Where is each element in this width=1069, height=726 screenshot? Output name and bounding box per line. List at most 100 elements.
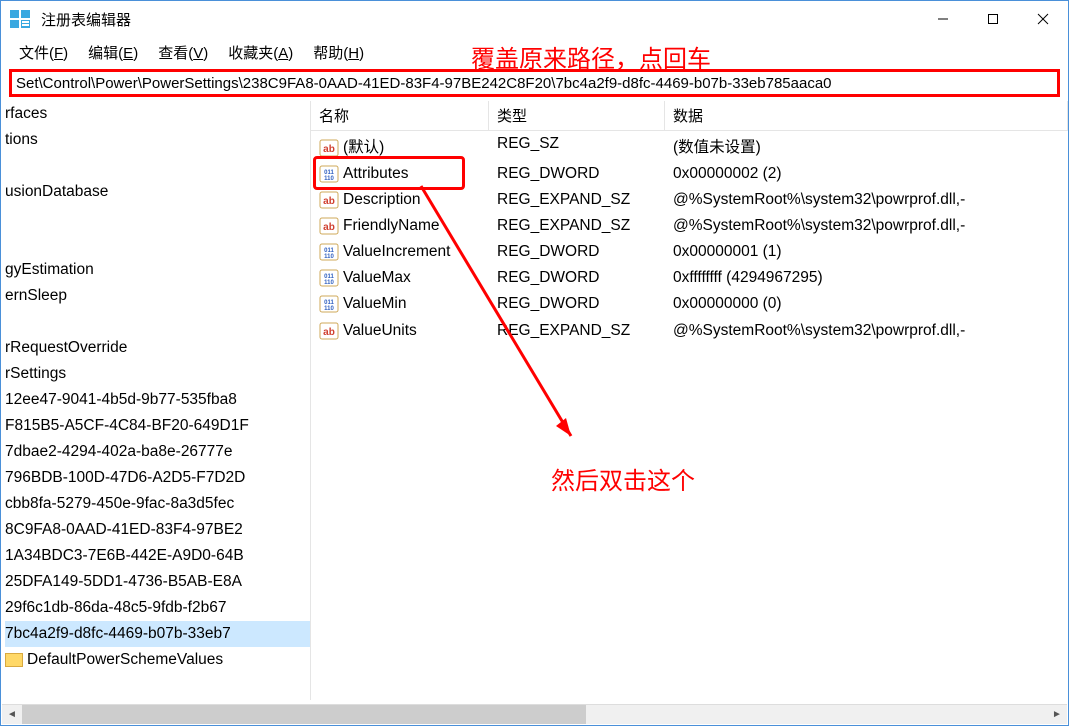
list-row[interactable]: 011110ValueMinREG_DWORD0x00000000 (0) bbox=[311, 291, 1068, 317]
tree-item-label: 8C9FA8-0AAD-41ED-83F4-97BE2 bbox=[5, 521, 243, 538]
annotation-mid: 然后双击这个 bbox=[551, 461, 695, 496]
tree-item-label: 1A34BDC3-7E6B-442E-A9D0-64B bbox=[5, 547, 244, 564]
tree-item[interactable]: rfaces bbox=[5, 101, 310, 127]
column-name[interactable]: 名称 bbox=[311, 101, 489, 130]
list-row[interactable]: ab ValueUnits REG_EXPAND_SZ@%SystemRoot%\s… bbox=[311, 318, 1068, 344]
tree-item-label: DefaultPowerSchemeValues bbox=[27, 651, 223, 668]
cell-data: 0xffffffff (4294967295) bbox=[665, 267, 1068, 289]
tree-item[interactable] bbox=[5, 153, 310, 179]
tree-item[interactable]: rRequestOverride bbox=[5, 335, 310, 361]
tree-item-label: 25DFA149-5DD1-4736-B5AB-E8A bbox=[5, 573, 242, 590]
tree-item-label: rSettings bbox=[5, 365, 66, 382]
tree-item[interactable]: DefaultPowerSchemeValues bbox=[5, 647, 310, 673]
cell-type: REG_EXPAND_SZ bbox=[489, 215, 665, 237]
tree-item-label: 7dbae2-4294-402a-ba8e-26777e bbox=[5, 443, 233, 460]
binary-value-icon: 011110 bbox=[319, 295, 339, 313]
tree-item[interactable]: gyEstimation bbox=[5, 257, 310, 283]
tree-item-label: tions bbox=[5, 131, 38, 148]
cell-name: ab FriendlyName bbox=[311, 215, 489, 237]
list-pane[interactable]: 名称 类型 数据 ab(默认)REG_SZ(数值未设置)011110Attrib… bbox=[311, 101, 1068, 700]
cell-type: REG_EXPAND_SZ bbox=[489, 189, 665, 211]
value-name: ValueUnits bbox=[343, 322, 417, 339]
value-name: FriendlyName bbox=[343, 217, 439, 234]
tree-item[interactable] bbox=[5, 205, 310, 231]
tree-item[interactable]: 1A34BDC3-7E6B-442E-A9D0-64B bbox=[5, 543, 310, 569]
svg-text:ab: ab bbox=[323, 144, 335, 155]
value-name: Description bbox=[343, 191, 421, 208]
cell-type: REG_DWORD bbox=[489, 293, 665, 315]
tree-item[interactable]: rSettings bbox=[5, 361, 310, 387]
list-header: 名称 类型 数据 bbox=[311, 101, 1068, 131]
svg-text:ab: ab bbox=[323, 327, 335, 338]
cell-data: @%SystemRoot%\system32\powrprof.dll,- bbox=[665, 215, 1068, 237]
tree-item[interactable]: F815B5-A5CF-4C84-BF20-649D1F bbox=[5, 413, 310, 439]
tree-item[interactable]: cbb8fa-5279-450e-9fac-8a3d5fec bbox=[5, 491, 310, 517]
minimize-button[interactable] bbox=[918, 1, 968, 37]
svg-text:ab: ab bbox=[323, 196, 335, 207]
tree-item[interactable]: ernSleep bbox=[5, 283, 310, 309]
tree-item-label: gyEstimation bbox=[5, 261, 94, 278]
scroll-thumb[interactable] bbox=[22, 705, 586, 724]
attributes-highlight bbox=[313, 156, 465, 190]
cell-type: REG_DWORD bbox=[489, 163, 665, 185]
svg-text:110: 110 bbox=[324, 306, 334, 312]
tree-item-label bbox=[5, 209, 9, 226]
binary-value-icon: 011110 bbox=[319, 269, 339, 287]
tree-item[interactable]: 25DFA149-5DD1-4736-B5AB-E8A bbox=[5, 569, 310, 595]
list-row[interactable]: ab Description REG_EXPAND_SZ@%SystemRoot%\… bbox=[311, 187, 1068, 213]
svg-text:110: 110 bbox=[324, 254, 334, 260]
string-value-icon: ab bbox=[319, 217, 339, 235]
tree-item[interactable]: 7dbae2-4294-402a-ba8e-26777e bbox=[5, 439, 310, 465]
tree-item[interactable]: tions bbox=[5, 127, 310, 153]
menu-edit[interactable]: 编辑(E) bbox=[78, 38, 148, 67]
cell-name: 011110ValueIncrement bbox=[311, 241, 489, 263]
tree-item-label: 12ee47-9041-4b5d-9b77-535fba8 bbox=[5, 391, 237, 408]
column-type[interactable]: 类型 bbox=[489, 101, 665, 130]
scroll-right-button[interactable]: ► bbox=[1047, 705, 1067, 724]
cell-data: 0x00000001 (1) bbox=[665, 241, 1068, 263]
string-value-icon: ab bbox=[319, 139, 339, 157]
list-row[interactable]: 011110ValueIncrementREG_DWORD0x00000001 … bbox=[311, 239, 1068, 265]
maximize-button[interactable] bbox=[968, 1, 1018, 37]
value-name: ValueIncrement bbox=[343, 243, 450, 260]
list-row[interactable]: ab FriendlyName REG_EXPAND_SZ@%SystemRoot%… bbox=[311, 213, 1068, 239]
tree-item[interactable]: 29f6c1db-86da-48c5-9fdb-f2b67 bbox=[5, 595, 310, 621]
cell-name: ab Description bbox=[311, 189, 489, 211]
title-bar: 注册表编辑器 bbox=[1, 1, 1068, 37]
horizontal-scrollbar[interactable]: ◄ ► bbox=[2, 704, 1067, 724]
tree-item[interactable]: 7bc4a2f9-d8fc-4469-b07b-33eb7 bbox=[5, 621, 310, 647]
folder-icon bbox=[5, 653, 23, 667]
list-row[interactable]: 011110ValueMaxREG_DWORD0xffffffff (42949… bbox=[311, 265, 1068, 291]
menu-file[interactable]: 文件(F) bbox=[9, 38, 78, 67]
menu-help[interactable]: 帮助(H) bbox=[303, 38, 374, 67]
value-name: ValueMax bbox=[343, 269, 411, 286]
tree-item[interactable]: 8C9FA8-0AAD-41ED-83F4-97BE2 bbox=[5, 517, 310, 543]
column-data[interactable]: 数据 bbox=[665, 101, 1068, 130]
cell-data: @%SystemRoot%\system32\powrprof.dll,- bbox=[665, 189, 1068, 211]
tree-item-label: ernSleep bbox=[5, 287, 67, 304]
value-name: ValueMin bbox=[343, 296, 406, 313]
scroll-left-button[interactable]: ◄ bbox=[2, 705, 22, 724]
tree-pane[interactable]: rfaces tions usionDatabase gyEstimation er… bbox=[1, 101, 311, 700]
menu-favorites[interactable]: 收藏夹(A) bbox=[218, 38, 303, 67]
menu-view[interactable]: 查看(V) bbox=[148, 38, 218, 67]
scroll-track[interactable] bbox=[22, 705, 1047, 724]
svg-text:ab: ab bbox=[323, 222, 335, 233]
cell-data: 0x00000002 (2) bbox=[665, 163, 1068, 185]
tree-item[interactable]: usionDatabase bbox=[5, 179, 310, 205]
cell-name: 011110ValueMax bbox=[311, 267, 489, 289]
tree-item-label bbox=[5, 313, 9, 330]
tree-item[interactable] bbox=[5, 231, 310, 257]
tree-item[interactable] bbox=[5, 309, 310, 335]
tree-item[interactable]: 796BDB-100D-47D6-A2D5-F7D2D bbox=[5, 465, 310, 491]
tree-item-label: 7bc4a2f9-d8fc-4469-b07b-33eb7 bbox=[5, 625, 231, 642]
value-name: (默认) bbox=[343, 139, 384, 156]
cell-name: ab ValueUnits bbox=[311, 320, 489, 342]
cell-type: REG_EXPAND_SZ bbox=[489, 320, 665, 342]
app-icon bbox=[9, 7, 33, 31]
binary-value-icon: 011110 bbox=[319, 243, 339, 261]
content-area: rfaces tions usionDatabase gyEstimation er… bbox=[1, 101, 1068, 700]
close-button[interactable] bbox=[1018, 1, 1068, 37]
cell-data: @%SystemRoot%\system32\powrprof.dll,- bbox=[665, 320, 1068, 342]
tree-item[interactable]: 12ee47-9041-4b5d-9b77-535fba8 bbox=[5, 387, 310, 413]
